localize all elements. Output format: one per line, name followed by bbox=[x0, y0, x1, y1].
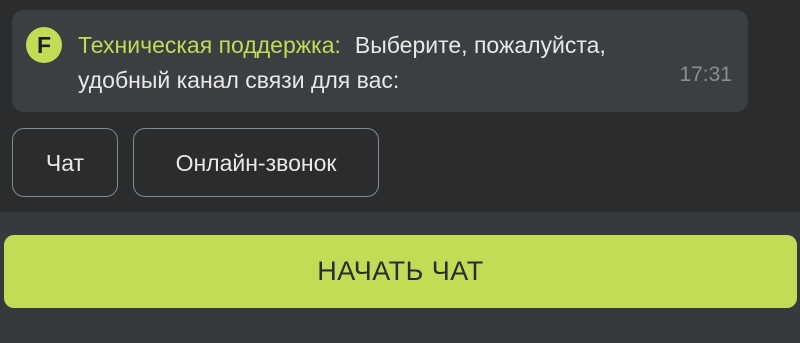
quick-reply-chat-button[interactable]: Чат bbox=[12, 128, 118, 197]
sender-name: Техническая поддержка bbox=[78, 32, 335, 58]
chat-area: F Техническая поддержка: Выберите, пожалу… bbox=[0, 0, 800, 212]
support-avatar-icon: F bbox=[26, 27, 62, 63]
bottom-panel: НАЧАТЬ ЧАТ bbox=[0, 212, 800, 343]
start-chat-button[interactable]: НАЧАТЬ ЧАТ bbox=[4, 235, 797, 308]
message-timestamp: 17:31 bbox=[679, 63, 732, 86]
message-bubble: F Техническая поддержка: Выберите, пожалу… bbox=[12, 10, 748, 112]
sender-colon: : bbox=[334, 32, 341, 58]
message-text-block: Техническая поддержка: Выберите, пожалуйс… bbox=[78, 28, 668, 98]
quick-reply-call-button[interactable]: Онлайн-звонок bbox=[133, 128, 379, 197]
